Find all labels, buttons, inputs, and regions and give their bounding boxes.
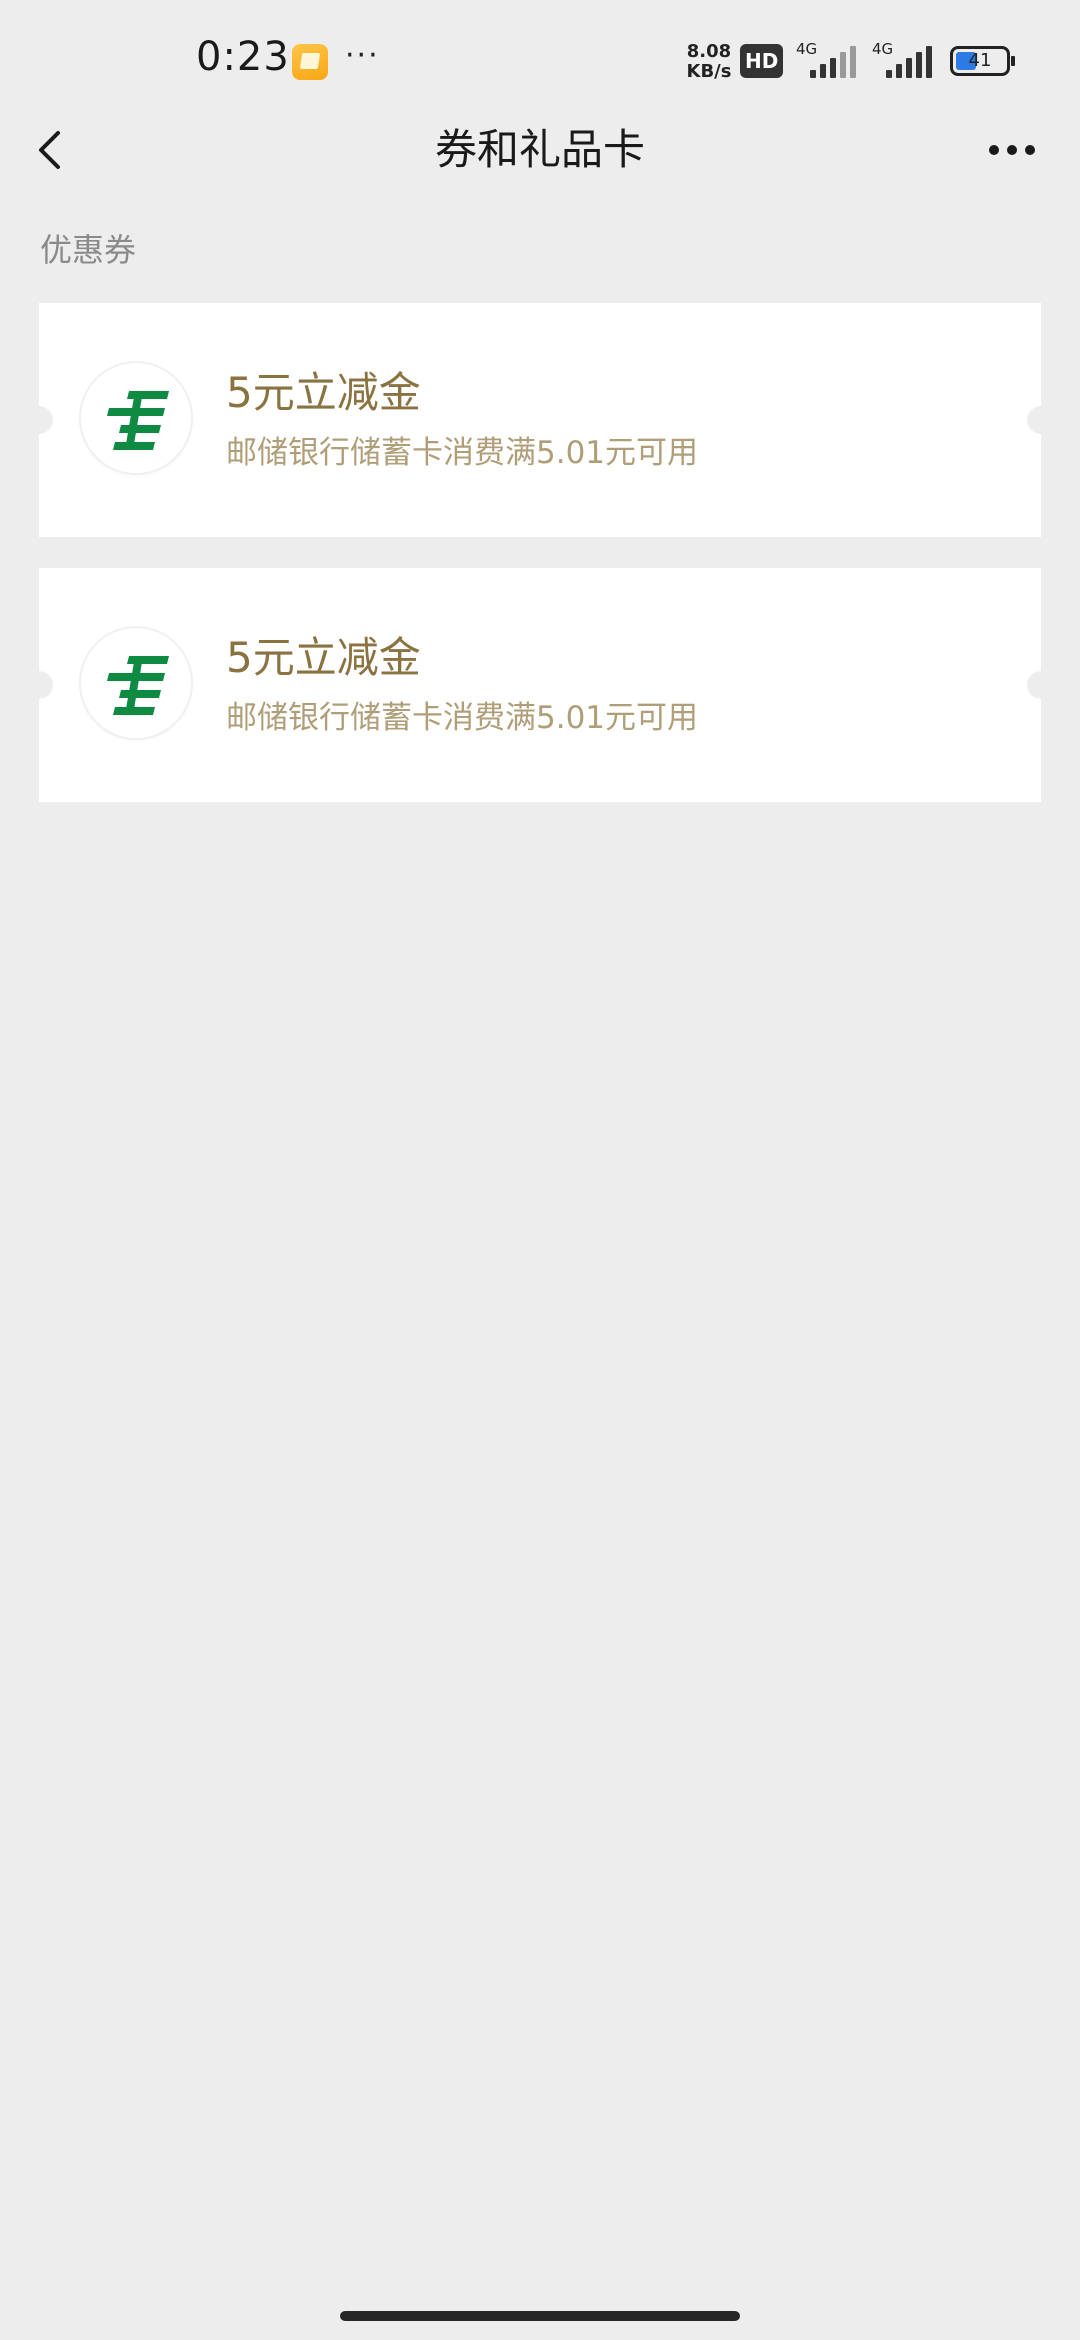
status-bar: 0:23 ··· 8.08 KB/s HD 4G 4G 41 xyxy=(0,0,1080,125)
card-notch-right xyxy=(1027,671,1055,699)
coupon-card[interactable]: 5元立减金 邮储银行储蓄卡消费满5.01元可用 xyxy=(25,303,1055,537)
signal-1-label: 4G xyxy=(796,40,818,58)
page-title: 券和礼品卡 xyxy=(434,125,645,174)
more-notifications-icon: ··· xyxy=(345,38,380,73)
network-speed: 8.08 KB/s xyxy=(684,42,734,82)
coupon-description: 邮储银行储蓄卡消费满5.01元可用 xyxy=(226,700,699,736)
signal-1-icon: 4G xyxy=(796,40,864,82)
card-notch-left xyxy=(25,406,53,434)
signal-2-icon: 4G xyxy=(872,40,940,82)
coupon-card[interactable]: 5元立减金 邮储银行储蓄卡消费满5.01元可用 xyxy=(25,568,1055,802)
network-speed-unit: KB/s xyxy=(686,61,732,82)
hd-voice-badge: HD xyxy=(740,44,784,78)
china-post-bank-logo-icon xyxy=(81,628,191,738)
china-post-bank-logo-icon xyxy=(81,363,191,473)
coupon-title: 5元立减金 xyxy=(226,368,421,417)
nav-bar: 券和礼品卡 xyxy=(0,110,1080,190)
card-notch-left xyxy=(25,671,53,699)
more-dots-icon xyxy=(989,145,1035,155)
card-notch-right xyxy=(1027,406,1055,434)
more-button[interactable] xyxy=(984,130,1044,170)
home-indicator[interactable] xyxy=(340,2311,740,2321)
battery-icon: 41 xyxy=(950,46,1015,76)
gallery-notification-icon xyxy=(292,44,328,80)
coupon-description: 邮储银行储蓄卡消费满5.01元可用 xyxy=(226,435,699,471)
network-speed-value: 8.08 xyxy=(686,41,732,62)
coupon-title: 5元立减金 xyxy=(226,633,421,682)
battery-level: 41 xyxy=(968,50,992,71)
status-time: 0:23 xyxy=(196,34,290,80)
signal-2-label: 4G xyxy=(872,40,894,58)
section-label-coupons: 优惠券 xyxy=(40,231,137,269)
